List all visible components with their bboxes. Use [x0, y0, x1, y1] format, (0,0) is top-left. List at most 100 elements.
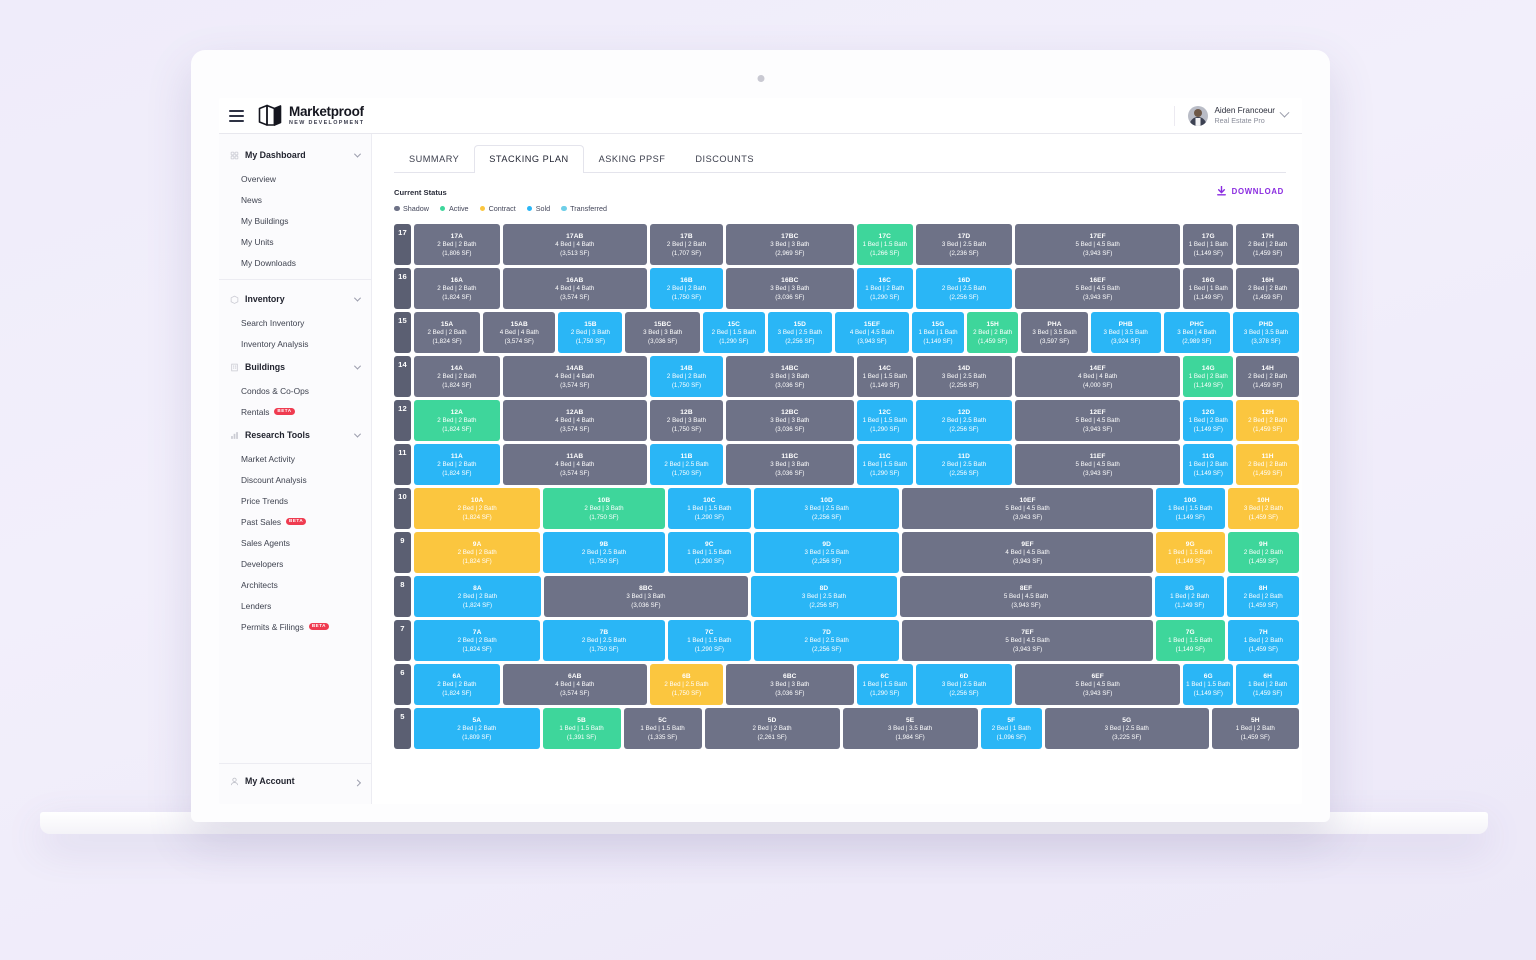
- sidebar-item-permits-filings[interactable]: Permits & Filings BETA: [219, 616, 371, 637]
- unit-cell[interactable]: 12B 2 Bed | 3 Bath (1,750 SF): [649, 400, 724, 441]
- unit-cell[interactable]: 11C 1 Bed | 1.5 Bath (1,290 SF): [856, 444, 913, 485]
- unit-cell[interactable]: 12EF 5 Bed | 4.5 Bath (3,943 SF): [1015, 400, 1181, 441]
- unit-cell[interactable]: 17D 3 Bed | 2.5 Bath (2,236 SF): [915, 224, 1013, 265]
- sidebar-item-architects[interactable]: Architects: [219, 574, 371, 595]
- sidebar-item-market-activity[interactable]: Market Activity: [219, 448, 371, 469]
- unit-cell[interactable]: 7D 2 Bed | 2.5 Bath (2,256 SF): [753, 620, 900, 661]
- unit-cell[interactable]: 9H 2 Bed | 2 Bath (1,459 SF): [1227, 532, 1300, 573]
- unit-cell[interactable]: 6EF 5 Bed | 4.5 Bath (3,943 SF): [1015, 664, 1181, 705]
- unit-cell[interactable]: 5A 2 Bed | 2 Bath (1,809 SF): [414, 708, 540, 749]
- unit-cell[interactable]: 7B 2 Bed | 2.5 Bath (1,750 SF): [543, 620, 665, 661]
- unit-cell[interactable]: 6AB 4 Bed | 4 Bath (3,574 SF): [502, 664, 647, 705]
- unit-cell[interactable]: 6B 2 Bed | 2.5 Bath (1,750 SF): [649, 664, 724, 705]
- unit-cell[interactable]: 16G 1 Bed | 1 Bath (1,149 SF): [1183, 268, 1234, 309]
- unit-cell[interactable]: 15EF 4 Bed | 4.5 Bath (3,943 SF): [834, 312, 910, 353]
- unit-cell[interactable]: 15G 1 Bed | 1 Bath (1,149 SF): [912, 312, 964, 353]
- unit-cell[interactable]: 15A 2 Bed | 2 Bath (1,824 SF): [414, 312, 481, 353]
- unit-cell[interactable]: 16EF 5 Bed | 4.5 Bath (3,943 SF): [1015, 268, 1181, 309]
- sidebar-item-sales-agents[interactable]: Sales Agents: [219, 532, 371, 553]
- unit-cell[interactable]: 17BC 3 Bed | 3 Bath (2,969 SF): [726, 224, 854, 265]
- tab-stacking-plan[interactable]: STACKING PLAN: [474, 145, 584, 173]
- sidebar-item-lenders[interactable]: Lenders: [219, 595, 371, 616]
- unit-cell[interactable]: 14D 3 Bed | 2.5 Bath (2,256 SF): [915, 356, 1013, 397]
- unit-cell[interactable]: 14C 1 Bed | 1.5 Bath (1,149 SF): [856, 356, 913, 397]
- download-button[interactable]: DOWNLOAD: [1216, 186, 1284, 196]
- unit-cell[interactable]: 16BC 3 Bed | 3 Bath (3,036 SF): [726, 268, 854, 309]
- unit-cell[interactable]: 6C 1 Bed | 1.5 Bath (1,290 SF): [856, 664, 913, 705]
- sidebar-item-price-trends[interactable]: Price Trends: [219, 490, 371, 511]
- unit-cell[interactable]: 15H 2 Bed | 2 Bath (1,459 SF): [966, 312, 1019, 353]
- unit-cell[interactable]: 12D 2 Bed | 2.5 Bath (2,256 SF): [915, 400, 1013, 441]
- unit-cell[interactable]: 16D 2 Bed | 2.5 Bath (2,256 SF): [915, 268, 1013, 309]
- unit-cell[interactable]: PHB 3 Bed | 3.5 Bath (3,924 SF): [1090, 312, 1161, 353]
- unit-cell[interactable]: 5H 1 Bed | 2 Bath (1,459 SF): [1211, 708, 1300, 749]
- unit-cell[interactable]: PHD 3 Bed | 3.5 Bath (3,378 SF): [1232, 312, 1300, 353]
- unit-cell[interactable]: 16AB 4 Bed | 4 Bath (3,574 SF): [502, 268, 647, 309]
- unit-cell[interactable]: 15D 3 Bed | 2.5 Bath (2,256 SF): [767, 312, 832, 353]
- unit-cell[interactable]: 10H 3 Bed | 2 Bath (1,459 SF): [1227, 488, 1300, 529]
- sidebar-group-my-dashboard[interactable]: My Dashboard: [219, 142, 371, 168]
- unit-cell[interactable]: 17G 1 Bed | 1 Bath (1,149 SF): [1183, 224, 1234, 265]
- unit-cell[interactable]: 10EF 5 Bed | 4.5 Bath (3,943 SF): [902, 488, 1153, 529]
- unit-cell[interactable]: 6BC 3 Bed | 3 Bath (3,036 SF): [726, 664, 854, 705]
- unit-cell[interactable]: 14A 2 Bed | 2 Bath (1,824 SF): [414, 356, 500, 397]
- sidebar-item-news[interactable]: News: [219, 189, 371, 210]
- unit-cell[interactable]: 11B 2 Bed | 2.5 Bath (1,750 SF): [649, 444, 724, 485]
- unit-cell[interactable]: 15AB 4 Bed | 4 Bath (3,574 SF): [483, 312, 556, 353]
- unit-cell[interactable]: 9D 3 Bed | 2.5 Bath (2,256 SF): [753, 532, 900, 573]
- legend-item-contract[interactable]: Contract: [479, 204, 516, 213]
- sidebar-group-buildings[interactable]: Buildings: [219, 354, 371, 380]
- unit-cell[interactable]: 9C 1 Bed | 1.5 Bath (1,290 SF): [667, 532, 751, 573]
- unit-cell[interactable]: 11A 2 Bed | 2 Bath (1,824 SF): [414, 444, 500, 485]
- unit-cell[interactable]: 15B 2 Bed | 3 Bath (1,750 SF): [558, 312, 623, 353]
- unit-cell[interactable]: 14EF 4 Bed | 4 Bath (4,000 SF): [1015, 356, 1181, 397]
- unit-cell[interactable]: 12C 1 Bed | 1.5 Bath (1,290 SF): [856, 400, 913, 441]
- unit-cell[interactable]: 17EF 5 Bed | 4.5 Bath (3,943 SF): [1015, 224, 1181, 265]
- unit-cell[interactable]: 7C 1 Bed | 1.5 Bath (1,290 SF): [667, 620, 751, 661]
- unit-cell[interactable]: 11EF 5 Bed | 4.5 Bath (3,943 SF): [1015, 444, 1181, 485]
- unit-cell[interactable]: 17H 2 Bed | 2 Bath (1,459 SF): [1236, 224, 1299, 265]
- unit-cell[interactable]: PHC 3 Bed | 4 Bath (2,989 SF): [1163, 312, 1230, 353]
- tab-asking-ppsf[interactable]: ASKING PPSF: [584, 145, 681, 172]
- brand-logo[interactable]: Marketproof NEW DEVELOPMENT: [258, 104, 364, 127]
- unit-cell[interactable]: 11BC 3 Bed | 3 Bath (3,036 SF): [726, 444, 854, 485]
- unit-cell[interactable]: 12H 2 Bed | 2 Bath (1,459 SF): [1236, 400, 1299, 441]
- unit-cell[interactable]: 8D 3 Bed | 2.5 Bath (2,256 SF): [750, 576, 898, 617]
- unit-cell[interactable]: 14AB 4 Bed | 4 Bath (3,574 SF): [502, 356, 647, 397]
- sidebar-group-inventory[interactable]: Inventory: [219, 286, 371, 312]
- unit-cell[interactable]: 12AB 4 Bed | 4 Bath (3,574 SF): [502, 400, 647, 441]
- unit-cell[interactable]: 11G 1 Bed | 2 Bath (1,149 SF): [1183, 444, 1234, 485]
- chevron-down-icon[interactable]: [353, 362, 362, 370]
- unit-cell[interactable]: 12G 1 Bed | 2 Bath (1,149 SF): [1183, 400, 1234, 441]
- sidebar-item-developers[interactable]: Developers: [219, 553, 371, 574]
- legend-item-active[interactable]: Active: [439, 204, 469, 213]
- unit-cell[interactable]: 9G 1 Bed | 1.5 Bath (1,149 SF): [1155, 532, 1225, 573]
- tab-discounts[interactable]: DISCOUNTS: [680, 145, 769, 172]
- unit-cell[interactable]: 16C 1 Bed | 2 Bath (1,290 SF): [856, 268, 913, 309]
- sidebar-item-overview[interactable]: Overview: [219, 168, 371, 189]
- unit-cell[interactable]: 10G 1 Bed | 1.5 Bath (1,149 SF): [1155, 488, 1225, 529]
- chevron-down-icon[interactable]: [1279, 107, 1290, 118]
- unit-cell[interactable]: 5F 2 Bed | 1 Bath (1,096 SF): [980, 708, 1042, 749]
- hamburger-menu-icon[interactable]: [229, 109, 244, 122]
- unit-cell[interactable]: 15C 2 Bed | 1.5 Bath (1,290 SF): [702, 312, 765, 353]
- legend-item-transferred[interactable]: Transferred: [561, 204, 607, 213]
- unit-cell[interactable]: 9A 2 Bed | 2 Bath (1,824 SF): [414, 532, 541, 573]
- unit-cell[interactable]: 7H 1 Bed | 2 Bath (1,459 SF): [1227, 620, 1300, 661]
- unit-cell[interactable]: 8EF 5 Bed | 4.5 Bath (3,943 SF): [900, 576, 1152, 617]
- unit-cell[interactable]: 11H 2 Bed | 2 Bath (1,459 SF): [1236, 444, 1299, 485]
- unit-cell[interactable]: 14G 1 Bed | 2 Bath (1,149 SF): [1183, 356, 1234, 397]
- unit-cell[interactable]: 7G 1 Bed | 1.5 Bath (1,149 SF): [1155, 620, 1225, 661]
- unit-cell[interactable]: 7A 2 Bed | 2 Bath (1,824 SF): [414, 620, 541, 661]
- unit-cell[interactable]: 17C 1 Bed | 1.5 Bath (1,266 SF): [856, 224, 913, 265]
- chevron-down-icon[interactable]: [353, 294, 362, 302]
- sidebar-item-my-buildings[interactable]: My Buildings: [219, 210, 371, 231]
- unit-cell[interactable]: 8G 1 Bed | 2 Bath (1,149 SF): [1155, 576, 1225, 617]
- user-menu[interactable]: Aiden Francoeur Real Estate Pro: [1174, 105, 1290, 126]
- unit-cell[interactable]: 5B 1 Bed | 1.5 Bath (1,391 SF): [542, 708, 621, 749]
- sidebar-item-my-downloads[interactable]: My Downloads: [219, 252, 371, 273]
- unit-cell[interactable]: 11AB 4 Bed | 4 Bath (3,574 SF): [502, 444, 647, 485]
- sidebar-item-inventory-analysis[interactable]: Inventory Analysis: [219, 333, 371, 354]
- unit-cell[interactable]: 10C 1 Bed | 1.5 Bath (1,290 SF): [667, 488, 751, 529]
- sidebar-item-past-sales[interactable]: Past Sales BETA: [219, 511, 371, 532]
